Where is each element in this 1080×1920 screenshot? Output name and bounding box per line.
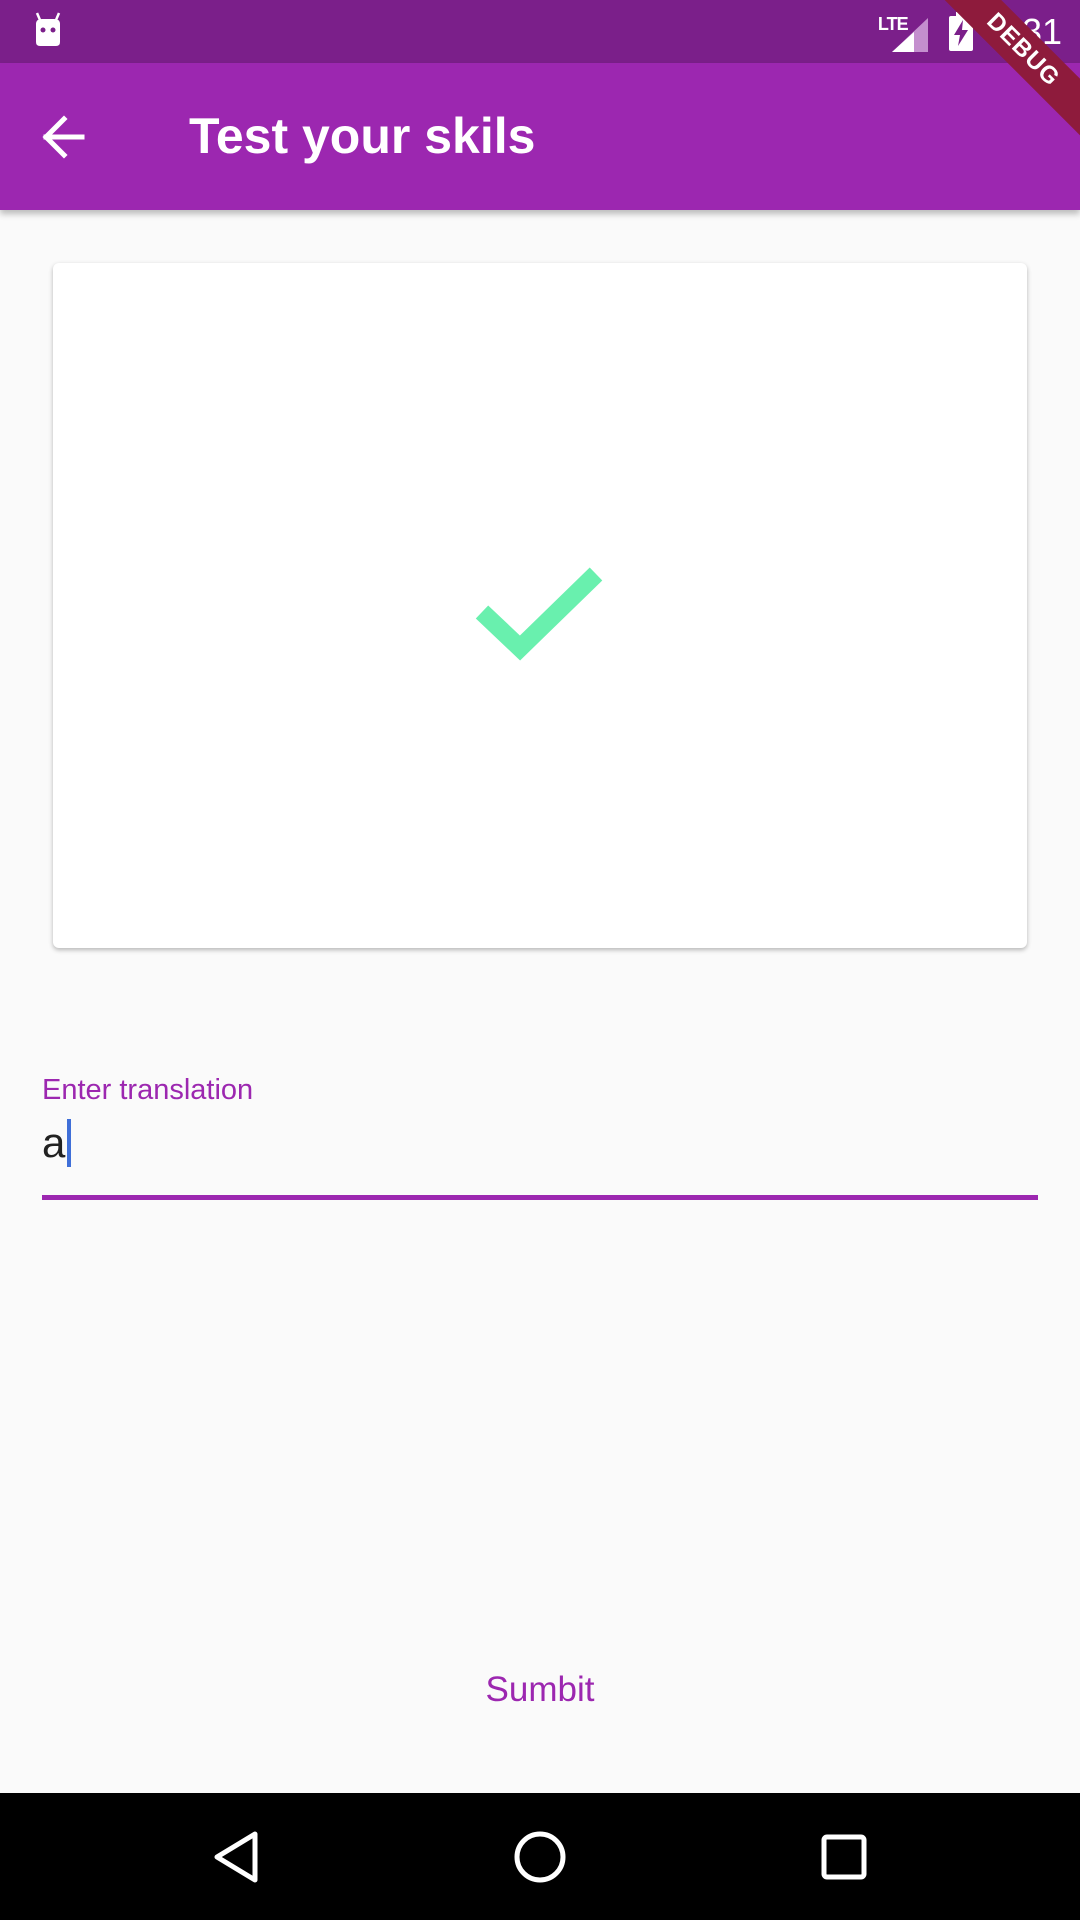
nav-home-button[interactable] [508,1825,572,1889]
nav-recents-icon [821,1834,867,1880]
nav-home-icon [514,1831,566,1883]
navigation-bar [0,1793,1080,1920]
android-icon [35,12,61,46]
nav-recents-button[interactable] [812,1825,876,1889]
submit-button[interactable]: Sumbit [440,1655,640,1725]
page-title: Test your skils [189,108,536,164]
translation-input[interactable]: a [42,1118,72,1168]
check-icon [475,567,603,661]
app-bar: Test your skils [0,63,1080,210]
translation-input-value[interactable]: a [42,1119,65,1167]
status-bar: LTE 4:31 [0,0,1080,63]
translation-field-underline [42,1195,1038,1200]
back-button[interactable] [32,105,96,169]
nav-back-icon [214,1831,258,1883]
signal-icon: LTE [878,10,930,54]
text-cursor [67,1119,72,1167]
translation-field-label: Enter translation [42,1074,254,1106]
back-arrow-icon [42,115,85,159]
nav-back-button[interactable] [204,1825,268,1889]
